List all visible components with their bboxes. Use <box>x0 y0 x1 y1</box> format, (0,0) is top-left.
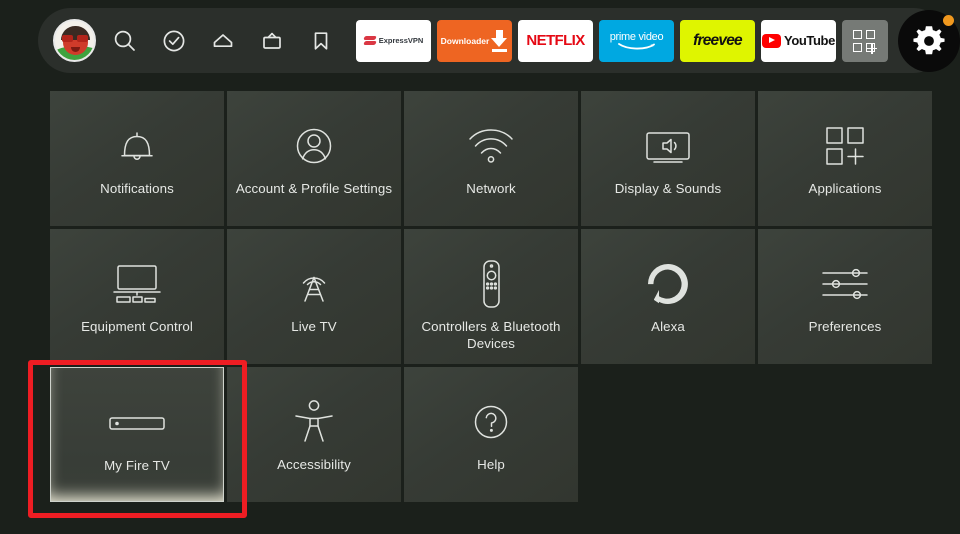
settings-tile-label: Equipment Control <box>81 319 193 334</box>
settings-tile-network[interactable]: Network <box>404 91 578 226</box>
apps-grid-plus-icon <box>822 115 868 177</box>
settings-gear-button[interactable] <box>898 9 960 72</box>
settings-tile-display-and-sounds[interactable]: Display & Sounds <box>581 91 755 226</box>
fire-tv-stick-icon <box>106 392 168 454</box>
app-downloader-label: Downloader <box>440 35 490 46</box>
apps-grid-button[interactable] <box>842 19 888 62</box>
settings-tile-label: Accessibility <box>277 457 351 472</box>
settings-tile-my-fire-tv[interactable]: My Fire TV <box>50 367 224 502</box>
accessibility-person-icon <box>292 391 336 453</box>
settings-tile-applications[interactable]: Applications <box>758 91 932 226</box>
settings-tile-live-tv[interactable]: Live TV <box>227 229 401 364</box>
settings-tile-controllers-and-bluetooth-devices[interactable]: Controllers & Bluetooth Devices <box>404 229 578 364</box>
live-tv-icon[interactable] <box>247 16 296 65</box>
settings-notification-badge <box>943 14 954 26</box>
expressvpn-logo-icon <box>364 35 376 47</box>
settings-tile-equipment-control[interactable]: Equipment Control <box>50 229 224 364</box>
app-netflix-label: NETFLIX <box>526 32 585 49</box>
settings-tile-label: Display & Sounds <box>614 181 722 196</box>
wifi-icon <box>464 115 518 177</box>
settings-tile-notifications[interactable]: Notifications <box>50 91 224 226</box>
app-expressvpn[interactable]: ExpressVPN <box>356 19 431 62</box>
alexa-ring-icon <box>644 253 692 315</box>
settings-tile-grid: Notifications Account & Profile Settings <box>50 91 932 502</box>
settings-tile-preferences[interactable]: Preferences <box>758 229 932 364</box>
settings-tile-label: Alexa <box>651 319 685 334</box>
person-circle-icon <box>290 115 338 177</box>
watchlist-check-icon[interactable] <box>149 16 198 65</box>
settings-tile-accessibility[interactable]: Accessibility <box>227 367 401 502</box>
question-circle-icon <box>468 391 514 453</box>
top-navigation-bar: ExpressVPN Downloader NETFLIX prime vide… <box>38 8 960 73</box>
app-shortcut-row: ExpressVPN Downloader NETFLIX prime vide… <box>356 9 960 72</box>
settings-tile-label: Preferences <box>808 319 882 334</box>
apps-grid-plus-icon <box>853 29 877 54</box>
profile-avatar[interactable] <box>48 15 100 67</box>
app-expressvpn-label: ExpressVPN <box>378 36 424 45</box>
settings-tile-account-profile-settings[interactable]: Account & Profile Settings <box>227 91 401 226</box>
avatar-sunglasses <box>61 35 89 42</box>
bookmark-icon[interactable] <box>296 16 345 65</box>
settings-tile-alexa[interactable]: Alexa <box>581 229 755 364</box>
settings-tile-label: Applications <box>808 181 882 196</box>
gear-icon <box>913 25 945 54</box>
settings-tile-label: Network <box>466 181 516 196</box>
tv-speaker-icon <box>639 115 697 177</box>
settings-tile-label: Help <box>477 457 505 472</box>
fire-tv-settings-screen: ExpressVPN Downloader NETFLIX prime vide… <box>0 0 960 534</box>
search-icon[interactable] <box>100 16 149 65</box>
settings-tile-help[interactable]: Help <box>404 367 578 502</box>
avatar <box>52 19 96 62</box>
bell-icon <box>114 115 160 177</box>
settings-tile-label: My Fire TV <box>104 458 170 473</box>
amazon-smile-icon <box>617 43 655 50</box>
remote-control-icon <box>474 253 508 315</box>
settings-tile-label: Account & Profile Settings <box>235 181 393 196</box>
youtube-play-icon <box>762 33 782 48</box>
app-freevee[interactable]: freevee <box>680 19 755 62</box>
tv-soundbar-icon <box>108 253 166 315</box>
app-youtube[interactable]: YouTube <box>761 19 836 62</box>
app-downloader[interactable]: Downloader <box>437 19 512 62</box>
settings-tile-label: Live TV <box>291 319 337 334</box>
sliders-icon <box>819 253 871 315</box>
download-arrow-icon <box>491 29 508 52</box>
app-youtube-label: YouTube <box>784 33 835 48</box>
nav-icon-group <box>38 15 345 67</box>
broadcast-tower-icon <box>288 253 340 315</box>
app-netflix[interactable]: NETFLIX <box>518 19 593 62</box>
settings-tile-label: Controllers & Bluetooth Devices <box>421 319 561 351</box>
settings-tile-label: Notifications <box>100 181 174 196</box>
app-prime-video[interactable]: prime video <box>599 19 674 62</box>
home-icon[interactable] <box>198 16 247 65</box>
app-freevee-label: freevee <box>693 31 742 49</box>
